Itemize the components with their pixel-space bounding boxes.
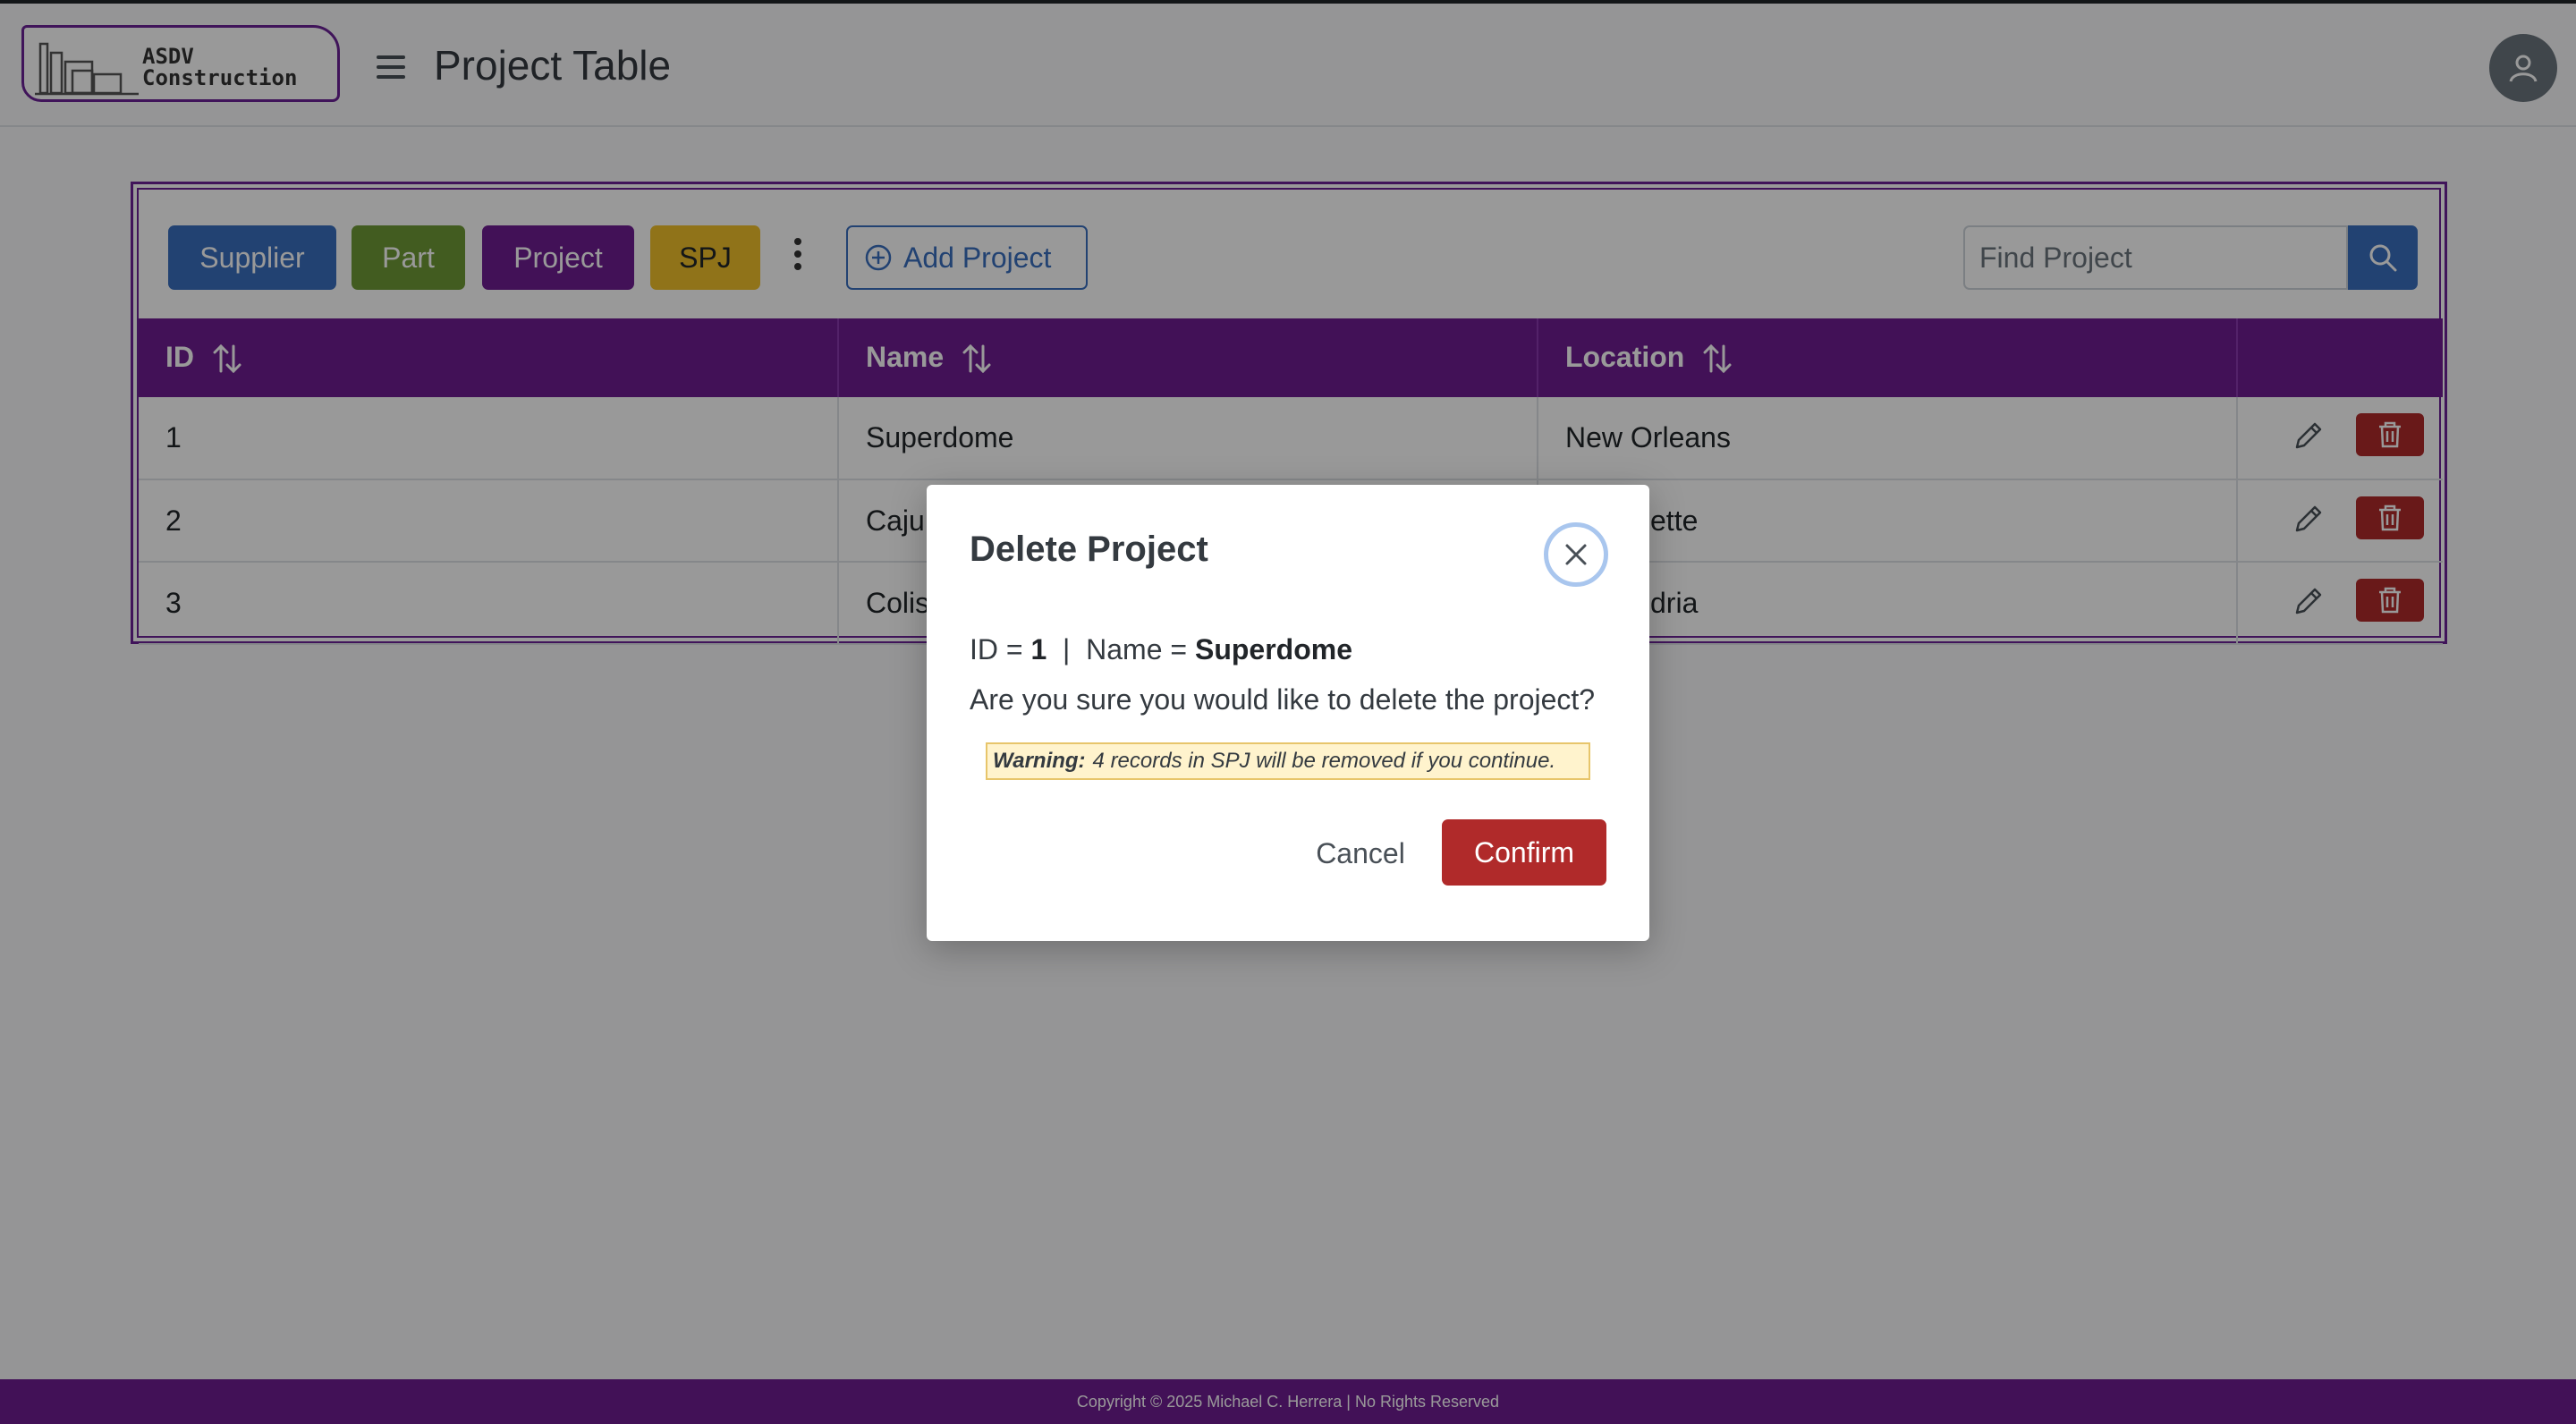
- confirm-question: Are you sure you would like to delete th…: [970, 683, 1596, 716]
- info-separator: |: [1046, 633, 1087, 665]
- project-info-line: ID = 1 | Name = Superdome: [970, 633, 1352, 666]
- id-value: 1: [1030, 633, 1047, 665]
- close-button[interactable]: [1544, 522, 1608, 587]
- id-label: ID =: [970, 633, 1031, 665]
- warning-box: Warning: 4 records in SPJ will be remove…: [986, 742, 1590, 780]
- warning-text: 4 records in SPJ will be removed if you …: [1092, 749, 1556, 773]
- warning-label: Warning:: [993, 749, 1086, 773]
- confirm-button[interactable]: Confirm: [1442, 819, 1606, 886]
- cancel-button[interactable]: Cancel: [1302, 821, 1419, 886]
- delete-project-modal: Delete Project ID = 1 | Name = Superdome…: [927, 485, 1649, 941]
- close-icon: [1565, 544, 1587, 565]
- name-label: Name =: [1086, 633, 1195, 665]
- modal-title: Delete Project: [970, 530, 1208, 569]
- name-value: Superdome: [1194, 633, 1352, 665]
